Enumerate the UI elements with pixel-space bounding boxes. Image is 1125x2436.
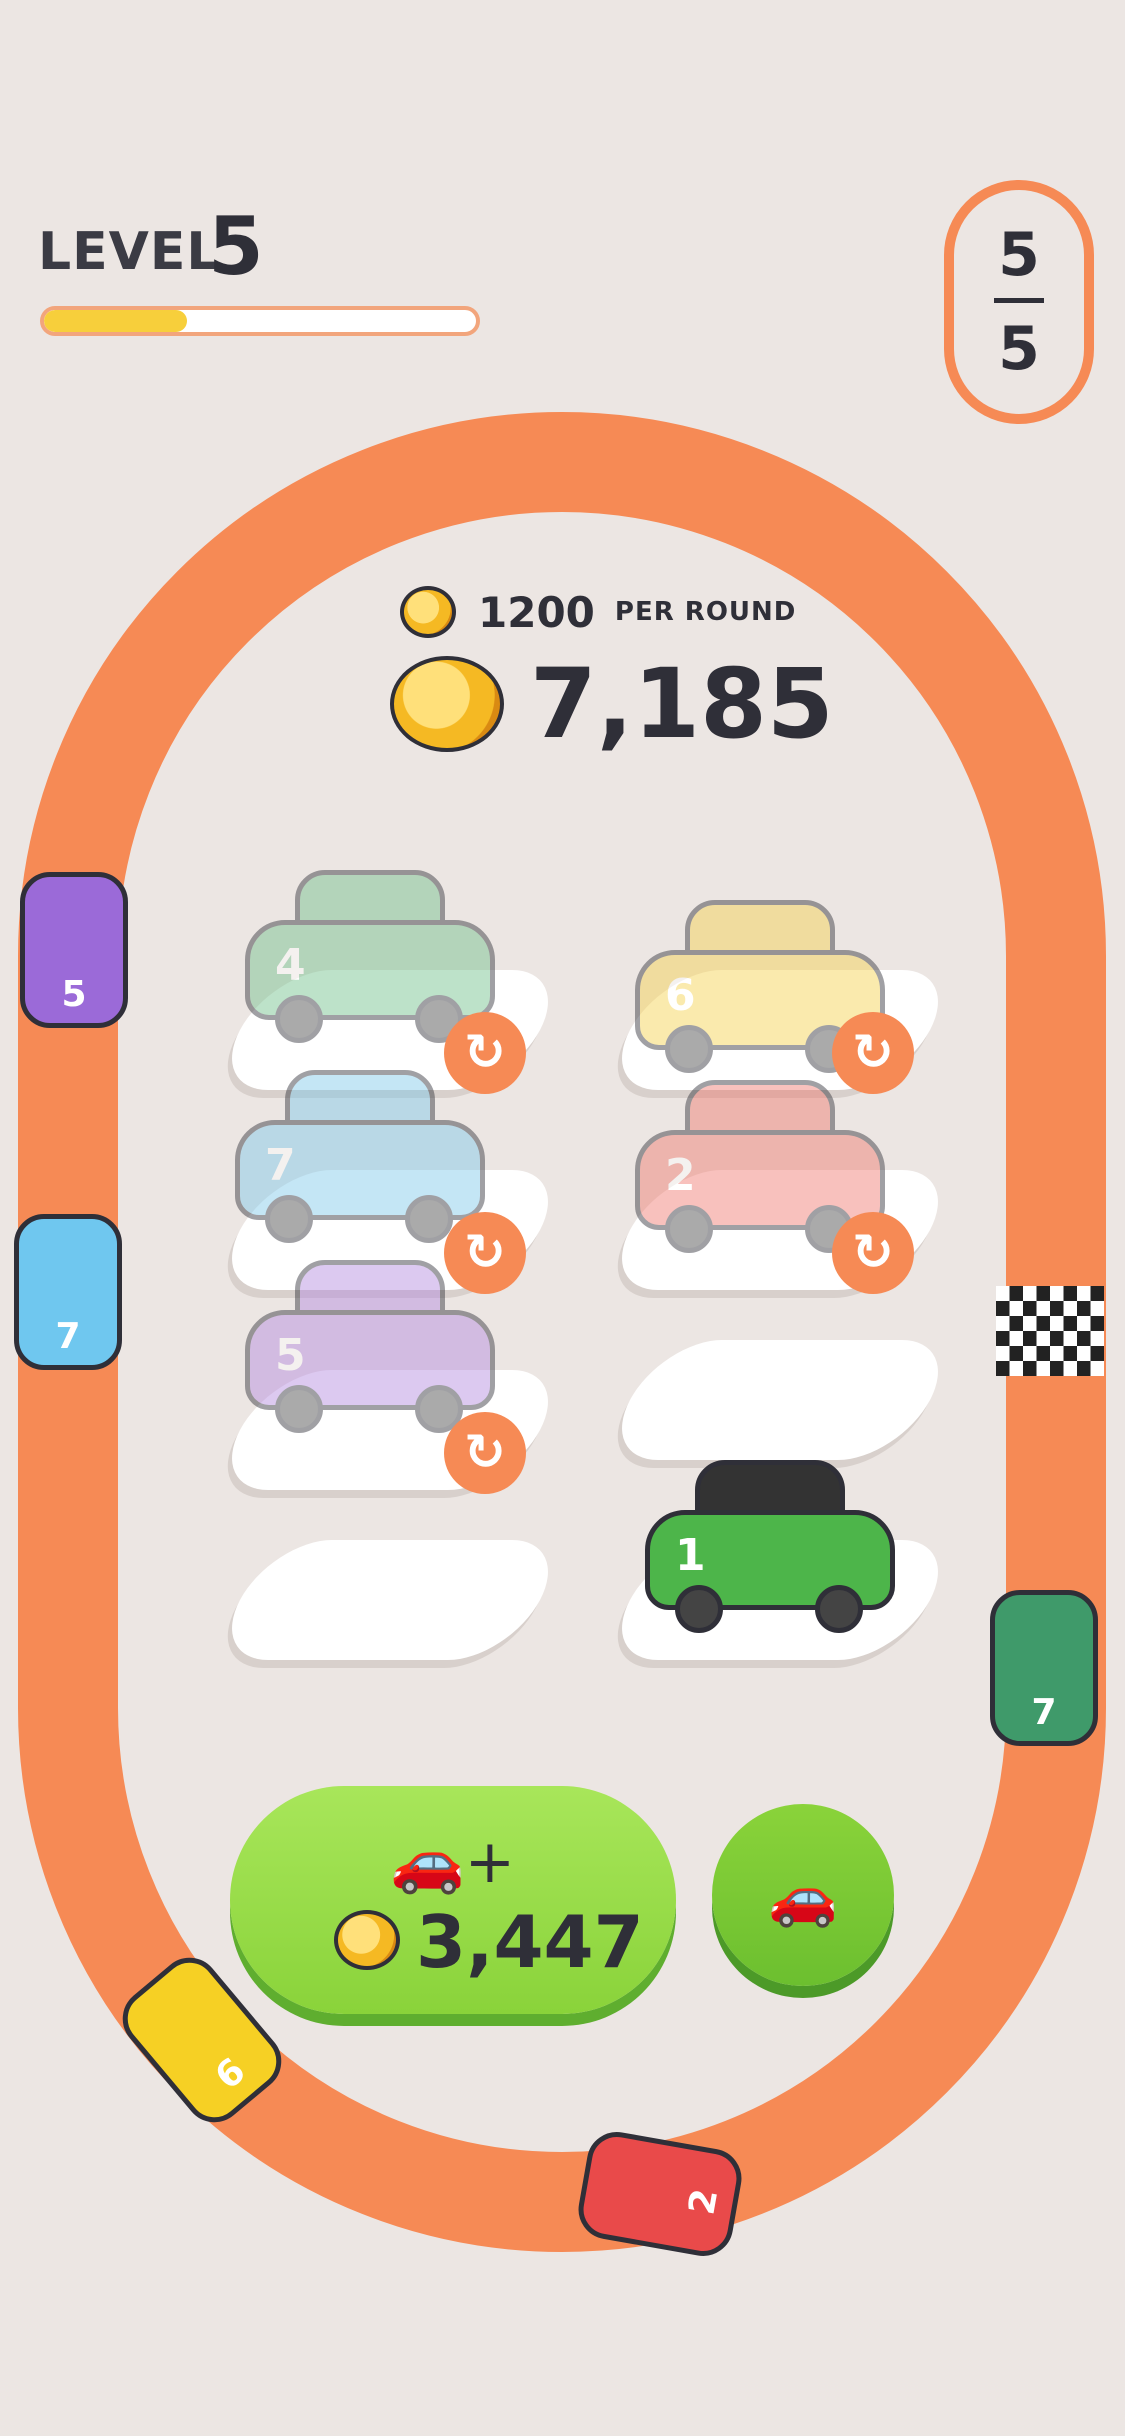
level-label: LEVEL (38, 222, 221, 282)
slot-car-4[interactable]: 4 (245, 870, 495, 1043)
car-wheel (405, 1195, 453, 1243)
car-number: 1 (675, 1530, 706, 1581)
car-wheel (815, 1585, 863, 1633)
coin-icon (400, 586, 456, 638)
car-number: 7 (265, 1140, 296, 1191)
refresh-icon: ↻ (852, 1223, 894, 1281)
recall-car-button[interactable]: ↻ (444, 1212, 526, 1294)
car-number: 6 (665, 970, 696, 1021)
car-wheel (265, 1195, 313, 1243)
recall-car-button[interactable]: ↻ (832, 1012, 914, 1094)
refresh-icon: ↻ (464, 1023, 506, 1081)
per-round-income: 1200 PER ROUND (400, 586, 796, 638)
car-number: 5 (275, 1330, 306, 1381)
track-car-5: 5 (20, 872, 128, 1028)
buy-car-button[interactable]: 🚗+ 3,447 (230, 1786, 676, 2014)
car-wheel (665, 1205, 713, 1253)
car-wheel (665, 1025, 713, 1073)
track-car-7: 7 (990, 1590, 1098, 1746)
finish-line (996, 1286, 1104, 1376)
cars-group-icon: 🚗 (768, 1865, 838, 1930)
buy-car-price: 3,447 (416, 1900, 644, 1984)
refresh-icon: ↻ (464, 1223, 506, 1281)
track-car-7: 7 (14, 1214, 122, 1370)
level-progress-bar (40, 306, 480, 336)
refresh-icon: ↻ (852, 1023, 894, 1081)
car-wheel (275, 995, 323, 1043)
car-wheel (275, 1385, 323, 1433)
car-wheel (675, 1585, 723, 1633)
car-number: 2 (665, 1150, 696, 1201)
recall-car-button[interactable]: ↻ (832, 1212, 914, 1294)
level-progress-fill (44, 310, 187, 332)
slot-car-1[interactable]: 1 (645, 1460, 895, 1633)
laps-total: 5 (998, 314, 1040, 384)
per-round-value: 1200 (478, 587, 595, 637)
total-coins-value: 7,185 (530, 648, 834, 760)
recall-car-button[interactable]: ↻ (444, 1012, 526, 1094)
laps-current: 5 (998, 220, 1040, 290)
car-number: 4 (275, 940, 306, 991)
coin-icon (390, 656, 504, 752)
total-coins: 7,185 (390, 648, 834, 760)
car-number: 5 (61, 974, 87, 1015)
refresh-icon: ↻ (464, 1423, 506, 1481)
slot-car-7[interactable]: 7 (235, 1070, 485, 1243)
coin-icon (334, 1910, 400, 1970)
car-number: 2 (681, 2185, 727, 2218)
level-number: 5 (208, 200, 264, 293)
car-number: 7 (1031, 1692, 1057, 1733)
car-number: 7 (55, 1316, 81, 1357)
merge-cars-button[interactable]: 🚗 (712, 1804, 894, 1986)
per-round-label: PER ROUND (614, 597, 797, 627)
laps-divider (994, 298, 1044, 303)
laps-counter: 5 5 (944, 180, 1094, 424)
recall-car-button[interactable]: ↻ (444, 1412, 526, 1494)
slot-car-5[interactable]: 5 (245, 1260, 495, 1433)
add-car-icon: 🚗+ (390, 1827, 515, 1897)
